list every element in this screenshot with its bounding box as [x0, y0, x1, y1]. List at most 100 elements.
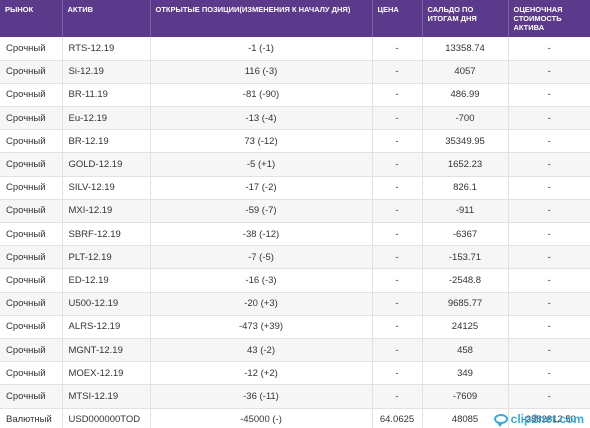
cell-price: - — [372, 129, 423, 154]
cell-saldo: 1652.23 — [422, 152, 509, 177]
table-row: Срочный GOLD-12.19 -5 (+1) -1652.23- — [0, 152, 590, 177]
cell-market: Срочный — [0, 222, 63, 247]
table-row: Срочный U500-12.19 -20 (+3) -9685.77- — [0, 292, 590, 316]
cell-positions: -20 (+3) — [150, 292, 373, 316]
header-positions[interactable]: ОТКРЫТЫЕ ПОЗИЦИИ(ИЗМЕНЕНИЯ К НАЧАЛУ ДНЯ) — [150, 0, 373, 37]
cell-market: Срочный — [0, 315, 63, 339]
header-row: РЫНОК АКТИВ ОТКРЫТЫЕ ПОЗИЦИИ(ИЗМЕНЕНИЯ К… — [0, 0, 590, 37]
cell-price: - — [372, 83, 423, 108]
cell-estimate: - — [508, 292, 590, 316]
cell-saldo: 458 — [422, 338, 509, 363]
cell-market: Срочный — [0, 83, 63, 108]
table-body: Срочный RTS-12.19 -1 (-1) -13358.74- Срочный… — [0, 37, 590, 428]
cell-estimate: - — [508, 315, 590, 339]
header-saldo[interactable]: САЛЬДО ПО ИТОГАМ ДНЯ — [422, 0, 509, 37]
cell-price: - — [372, 338, 423, 363]
cell-estimate: - — [508, 152, 590, 177]
cell-asset: ALRS-12.19 — [62, 315, 151, 339]
cell-saldo: 4057 — [422, 60, 509, 84]
cell-market: Срочный — [0, 361, 63, 386]
cell-positions: -38 (-12) — [150, 222, 373, 247]
cell-market: Срочный — [0, 199, 63, 224]
cell-estimate: - — [508, 60, 590, 84]
cell-price: - — [372, 361, 423, 386]
cell-price: - — [372, 199, 423, 224]
watermark-text: clip2net.com — [510, 412, 584, 426]
cell-asset: Si-12.19 — [62, 60, 151, 84]
cell-estimate: - — [508, 176, 590, 200]
cell-market: Срочный — [0, 292, 63, 316]
cell-positions: -17 (-2) — [150, 176, 373, 200]
cell-price: - — [372, 37, 423, 61]
cell-estimate: - — [508, 361, 590, 386]
cell-asset: RTS-12.19 — [62, 37, 151, 61]
header-asset[interactable]: АКТИВ — [62, 0, 151, 37]
cell-asset: MGNT-12.19 — [62, 338, 151, 363]
cell-estimate: - — [508, 37, 590, 61]
table-row: Срочный MXI-12.19 -59 (-7) - -911- — [0, 199, 590, 224]
cell-market: Срочный — [0, 245, 63, 270]
cell-estimate: - — [508, 222, 590, 247]
table-row: Срочный MOEX-12.19 -12 (+2) -349- — [0, 361, 590, 386]
cell-price: - — [372, 268, 423, 293]
table-row: Срочный PLT-12.19 -7 (-5) - -153.71- — [0, 245, 590, 270]
clip2net-watermark: clip2net.com — [493, 412, 584, 427]
table-row: Срочный RTS-12.19 -1 (-1) -13358.74- — [0, 37, 590, 61]
cell-market: Срочный — [0, 60, 63, 84]
header-price[interactable]: ЦЕНА — [372, 0, 423, 37]
header-estimate[interactable]: ОЦЕНОЧНАЯ СТОИМОСТЬ АКТИВА — [508, 0, 590, 37]
cell-asset: ED-12.19 — [62, 268, 151, 293]
cell-saldo: -2548.8 — [422, 268, 509, 293]
cell-estimate: - — [508, 129, 590, 154]
cell-price: - — [372, 176, 423, 200]
table-row: Срочный ED-12.19 -16 (-3) - -2548.8- — [0, 268, 590, 293]
cell-asset: MTSI-12.19 — [62, 384, 151, 409]
cell-estimate: - — [508, 268, 590, 293]
cell-saldo: 13358.74 — [422, 37, 509, 61]
cell-price: - — [372, 245, 423, 270]
cell-market: Срочный — [0, 268, 63, 293]
cell-market: Срочный — [0, 338, 63, 363]
cell-saldo: 486.99 — [422, 83, 509, 108]
cell-saldo: 24125 — [422, 315, 509, 339]
table-row: Срочный ALRS-12.19 -473 (+39) -24125- — [0, 315, 590, 339]
cell-market: Валютный — [0, 408, 63, 428]
cell-market: Срочный — [0, 37, 63, 61]
header-market[interactable]: РЫНОК — [0, 0, 63, 37]
cell-saldo: -911 — [422, 199, 509, 224]
table-row: Срочный BR-11.19 -81 (-90) -486.99- — [0, 83, 590, 108]
cell-asset: BR-11.19 — [62, 83, 151, 108]
cell-price: - — [372, 315, 423, 339]
positions-table-container: РЫНОК АКТИВ ОТКРЫТЫЕ ПОЗИЦИИ(ИЗМЕНЕНИЯ К… — [0, 0, 590, 428]
cell-estimate: - — [508, 106, 590, 131]
cell-saldo: 35349.95 — [422, 129, 509, 154]
cell-asset: Eu-12.19 — [62, 106, 151, 131]
cell-estimate: - — [508, 83, 590, 108]
cell-price: - — [372, 60, 423, 84]
cell-positions: -12 (+2) — [150, 361, 373, 386]
cell-price: - — [372, 292, 423, 316]
cell-saldo: -6367 — [422, 222, 509, 247]
cell-market: Срочный — [0, 384, 63, 409]
cell-market: Срочный — [0, 129, 63, 154]
cell-saldo: -700 — [422, 106, 509, 131]
cell-price: - — [372, 222, 423, 247]
cell-saldo: -7609 — [422, 384, 509, 409]
cell-positions: -45000 (-) — [150, 408, 373, 428]
positions-table: РЫНОК АКТИВ ОТКРЫТЫЕ ПОЗИЦИИ(ИЗМЕНЕНИЯ К… — [0, 0, 590, 428]
cell-market: Срочный — [0, 152, 63, 177]
table-row: Срочный Eu-12.19 -13 (-4) - -700- — [0, 106, 590, 131]
cell-positions: -473 (+39) — [150, 315, 373, 339]
table-row: Срочный BR-12.19 73 (-12) -35349.95- — [0, 129, 590, 154]
cell-market: Срочный — [0, 176, 63, 200]
cell-saldo: 826.1 — [422, 176, 509, 200]
cell-saldo: 349 — [422, 361, 509, 386]
cell-positions: -13 (-4) — [150, 106, 373, 131]
table-row: Срочный SBRF-12.19 -38 (-12) - -6367- — [0, 222, 590, 247]
cell-estimate: - — [508, 199, 590, 224]
cell-estimate: - — [508, 384, 590, 409]
cell-price: 64.0625 — [372, 408, 423, 428]
cell-estimate: - — [508, 338, 590, 363]
cell-positions: -36 (-11) — [150, 384, 373, 409]
cell-asset: USD000000TOD — [62, 408, 151, 428]
